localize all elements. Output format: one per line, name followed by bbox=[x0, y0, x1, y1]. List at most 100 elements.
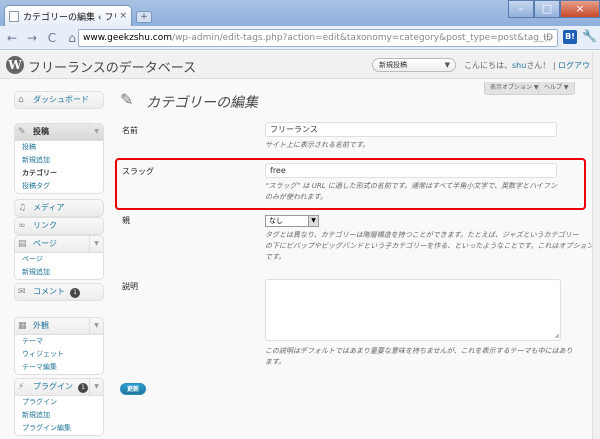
sidebar-item-dashboard[interactable]: ⌂ ダッシュボード bbox=[14, 91, 104, 109]
chevron-down-icon[interactable]: ▼ bbox=[89, 236, 103, 252]
pushpin-icon: ✎ bbox=[18, 127, 26, 137]
tab-title: カテゴリーの編集 ‹ フリーラン bbox=[23, 12, 116, 23]
description-textarea[interactable]: ◢ bbox=[265, 279, 561, 341]
wrench-menu-icon[interactable]: 🔧 bbox=[582, 29, 597, 43]
sidebar-label: メディア bbox=[33, 203, 65, 212]
reload-icon[interactable]: C bbox=[44, 30, 60, 46]
sidebar-item-posts[interactable]: ✎ 投稿 ▼ bbox=[14, 123, 104, 141]
posts-submenu: 投稿 新規追加 カテゴリー 投稿タグ bbox=[14, 141, 104, 194]
wp-admin-header: W フリーランスのデータベース 新規投稿 ▼ こんにちは、shuさん！ | ログ… bbox=[0, 51, 600, 79]
maximize-button[interactable]: □ bbox=[534, 0, 560, 18]
resize-grip-icon[interactable]: ◢ bbox=[554, 332, 559, 339]
name-label: 名前 bbox=[122, 126, 138, 135]
sidebar-item-plugins[interactable]: ⚡ プラグイン 1 ▼ bbox=[14, 378, 104, 396]
name-description: サイト上に表示される名前です。 bbox=[265, 141, 370, 149]
dashboard-icon: ⌂ bbox=[18, 95, 24, 105]
pages-submenu: ページ 新規追加 bbox=[14, 253, 104, 280]
plugin-icon: ⚡ bbox=[18, 382, 25, 392]
submenu-item[interactable]: 投稿タグ bbox=[15, 180, 103, 193]
submenu-item[interactable]: テーマ bbox=[15, 335, 103, 348]
media-icon: ♫ bbox=[18, 203, 27, 213]
close-window-button[interactable]: × bbox=[560, 0, 600, 18]
sidebar-item-media[interactable]: ♫ メディア bbox=[14, 199, 104, 217]
sidebar-label: プラグイン bbox=[33, 382, 73, 391]
greeting-prefix: こんにちは、 bbox=[464, 61, 512, 70]
page-favicon-icon bbox=[9, 10, 19, 22]
chevron-down-icon: ▼ bbox=[444, 61, 450, 69]
sidebar-label: 外観 bbox=[33, 321, 49, 330]
submenu-item[interactable]: 新規追加 bbox=[15, 154, 103, 167]
user-name-link[interactable]: shu bbox=[512, 61, 526, 70]
favorite-actions-value: 新規投稿 bbox=[379, 61, 407, 69]
page-title: カテゴリーの編集 bbox=[146, 95, 258, 111]
pushpin-icon: ✎ bbox=[120, 90, 134, 109]
plugins-submenu: プラグイン 新規追加 プラグイン編集 bbox=[14, 396, 104, 436]
parent-description-line-2: の下にビバップやビッグバンドという子カテゴリーを作る、といったようなことです。こ… bbox=[265, 242, 594, 250]
slug-description-line-2: のみが使われます。 bbox=[265, 193, 327, 201]
address-bar[interactable]: www.geekzshu.com /wp-admin/edit-tags.php… bbox=[78, 29, 558, 47]
slug-field[interactable]: free bbox=[265, 163, 557, 178]
user-greeting: こんにちは、shuさん！ | ログアウト bbox=[464, 60, 598, 71]
parent-description-line-3: です。 bbox=[265, 253, 286, 261]
wordpress-logo-icon: W bbox=[6, 56, 24, 74]
site-name[interactable]: フリーランスのデータベース bbox=[28, 57, 196, 76]
sidebar-label: 投稿 bbox=[33, 127, 49, 136]
admin-sidebar: ⌂ ダッシュボード ✎ 投稿 ▼ 投稿 新規追加 カテゴリー 投稿タグ ♫ メディア … bbox=[0, 79, 110, 439]
browser-titlebar: カテゴリーの編集 ‹ フリーラン × + – □ × bbox=[0, 0, 600, 26]
hatena-bookmark-extension-icon[interactable]: B! bbox=[563, 30, 577, 44]
chevron-down-icon[interactable]: ▼ bbox=[89, 379, 103, 395]
page-scrollbar[interactable] bbox=[592, 51, 600, 439]
sidebar-item-comments[interactable]: ✉ コメント 1 bbox=[14, 283, 104, 301]
chevron-down-icon[interactable]: ▼ bbox=[89, 124, 103, 140]
forward-arrow-icon[interactable]: → bbox=[24, 30, 40, 46]
submenu-item[interactable]: 新規追加 bbox=[15, 409, 103, 422]
chevron-down-icon[interactable]: ▼ bbox=[89, 318, 103, 334]
minimize-button[interactable]: – bbox=[508, 0, 534, 18]
sidebar-label: ダッシュボード bbox=[33, 95, 89, 104]
slug-description-line-1: “スラッグ” は URL に適した形式の名前です。通常はすべて半角小文字で、英数… bbox=[265, 182, 558, 190]
sidebar-label: ページ bbox=[33, 239, 57, 248]
browser-tab[interactable]: カテゴリーの編集 ‹ フリーラン × bbox=[4, 5, 132, 26]
parent-select[interactable]: なし ▼ bbox=[265, 215, 319, 227]
url-path: /wp-admin/edit-tags.php?action=edit&taxo… bbox=[172, 33, 553, 43]
name-field[interactable]: フリーランス bbox=[265, 122, 557, 137]
sidebar-label: リンク bbox=[33, 221, 57, 230]
submenu-item-current[interactable]: カテゴリー bbox=[15, 167, 103, 180]
sidebar-item-links[interactable]: ∞ リンク bbox=[14, 217, 104, 235]
help-button[interactable]: ヘルプ ▼ bbox=[538, 82, 575, 95]
link-icon: ∞ bbox=[18, 221, 26, 231]
description-help-line-1: この説明はデフォルトではあまり重要な意味を持ちませんが、これを表示するテーマも中… bbox=[265, 347, 573, 355]
window-controls: – □ × bbox=[508, 0, 600, 18]
submenu-item[interactable]: プラグイン編集 bbox=[15, 422, 103, 435]
plugins-count-badge: 1 bbox=[78, 383, 88, 393]
tab-close-icon[interactable]: × bbox=[119, 11, 127, 21]
submenu-item[interactable]: テーマ編集 bbox=[15, 361, 103, 374]
update-button[interactable]: 更新 bbox=[120, 383, 146, 395]
description-label: 説明 bbox=[122, 282, 138, 291]
submenu-item[interactable]: プラグイン bbox=[15, 396, 103, 409]
sidebar-item-pages[interactable]: ▤ ページ ▼ bbox=[14, 235, 104, 253]
url-host: www.geekzshu.com bbox=[83, 33, 173, 43]
page-icon: ▤ bbox=[18, 239, 27, 249]
description-help-line-2: ます。 bbox=[265, 358, 286, 366]
screen-options-button[interactable]: 表示オプション ▼ bbox=[484, 82, 545, 95]
parent-select-value: なし bbox=[269, 217, 283, 225]
submenu-item[interactable]: ウィジェット bbox=[15, 348, 103, 361]
bookmark-star-icon[interactable]: ☆ bbox=[542, 31, 553, 45]
sidebar-label: コメント bbox=[33, 287, 65, 296]
appearance-icon: ▦ bbox=[18, 321, 27, 331]
new-tab-button[interactable]: + bbox=[136, 11, 152, 23]
back-arrow-icon[interactable]: ← bbox=[4, 30, 20, 46]
slug-label: スラッグ bbox=[122, 167, 154, 176]
browser-toolbar: ← → C ⌂ www.geekzshu.com /wp-admin/edit-… bbox=[0, 26, 600, 50]
parent-description-line-1: タグとは異なり、カテゴリーは階層構造を持つことができます。たとえば、ジャズという… bbox=[265, 231, 579, 239]
submenu-item[interactable]: ページ bbox=[15, 253, 103, 266]
favorite-actions-select[interactable]: 新規投稿 ▼ bbox=[372, 58, 456, 72]
submenu-item[interactable]: 新規追加 bbox=[15, 266, 103, 279]
appearance-submenu: テーマ ウィジェット テーマ編集 bbox=[14, 335, 104, 375]
submenu-item[interactable]: 投稿 bbox=[15, 141, 103, 154]
sidebar-item-appearance[interactable]: ▦ 外観 ▼ bbox=[14, 317, 104, 335]
parent-label: 親 bbox=[122, 216, 130, 225]
greeting-suffix: さん！ | bbox=[526, 61, 559, 70]
comment-icon: ✉ bbox=[18, 287, 26, 297]
